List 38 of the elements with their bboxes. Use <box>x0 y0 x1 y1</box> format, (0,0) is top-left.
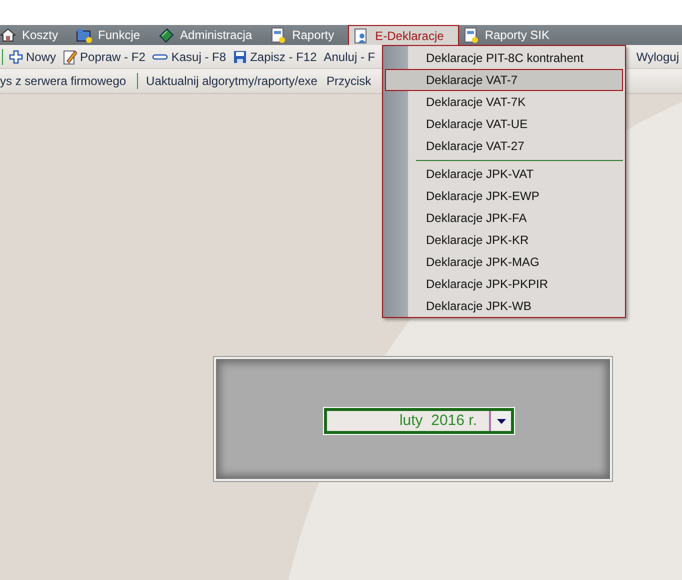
menu-option[interactable]: Deklaracje JPK-EWP <box>383 185 625 207</box>
pencil-icon <box>63 48 78 64</box>
folder-icon <box>76 27 92 43</box>
menu-option[interactable]: Deklaracje VAT-27 <box>383 135 625 158</box>
toolbar-link[interactable]: Uaktualnij algorytmy/raporty/exe <box>146 74 320 88</box>
toolbar-button[interactable]: Kasuj - F8 <box>152 50 230 64</box>
menu-option[interactable]: Deklaracje VAT-UE <box>383 113 625 136</box>
toolbar-link[interactable]: ys z serwera firmowego <box>0 74 130 88</box>
dropdown-arrow-icon <box>496 418 506 424</box>
period-select[interactable]: luty 2016 r. <box>324 408 514 434</box>
menu-item[interactable]: E-Deklaracje <box>348 25 459 45</box>
document-icon <box>462 27 479 43</box>
menu-option[interactable]: Deklaracje PIT-8C kontrahent <box>383 47 625 69</box>
menu-option[interactable]: Deklaracje JPK-MAG <box>383 251 625 273</box>
menu-item[interactable]: Funkcje <box>72 25 154 45</box>
toolbar-button[interactable]: Zapisz - F12 <box>233 50 320 64</box>
menu-option[interactable]: Deklaracje JPK-WB <box>383 295 625 317</box>
menu-item[interactable]: Raporty SIK <box>458 25 564 45</box>
minus-icon <box>152 52 168 60</box>
menu-item[interactable]: Raporty <box>266 25 348 45</box>
menu-option[interactable]: Deklaracje JPK-PKPIR <box>383 273 625 295</box>
document-icon <box>270 27 286 43</box>
plus-icon <box>9 50 23 64</box>
menu-option[interactable]: Deklaracje JPK-VAT <box>383 163 625 185</box>
document-person-icon <box>353 28 370 44</box>
menu-item[interactable]: Administracja <box>154 25 266 45</box>
menu-option[interactable]: Deklaracje VAT-7K <box>383 91 625 114</box>
toolbar-button[interactable]: Nowy <box>9 50 60 64</box>
menu-option[interactable]: Deklaracje JPK-KR <box>383 229 625 251</box>
menu-item[interactable]: Koszty <box>0 25 72 45</box>
toolbar-link[interactable]: Przycisk <box>326 74 374 88</box>
toolbar-button[interactable]: Anuluj - F <box>324 50 378 64</box>
menu-option[interactable]: Deklaracje JPK-FA <box>383 207 625 229</box>
logout-button[interactable]: Wyloguj <box>636 50 682 64</box>
house-icon <box>0 27 16 43</box>
toolbar-button[interactable]: Popraw - F2 <box>63 48 148 64</box>
floppy-icon <box>233 50 248 64</box>
menu-option[interactable]: Deklaracje VAT-7 <box>385 69 623 92</box>
